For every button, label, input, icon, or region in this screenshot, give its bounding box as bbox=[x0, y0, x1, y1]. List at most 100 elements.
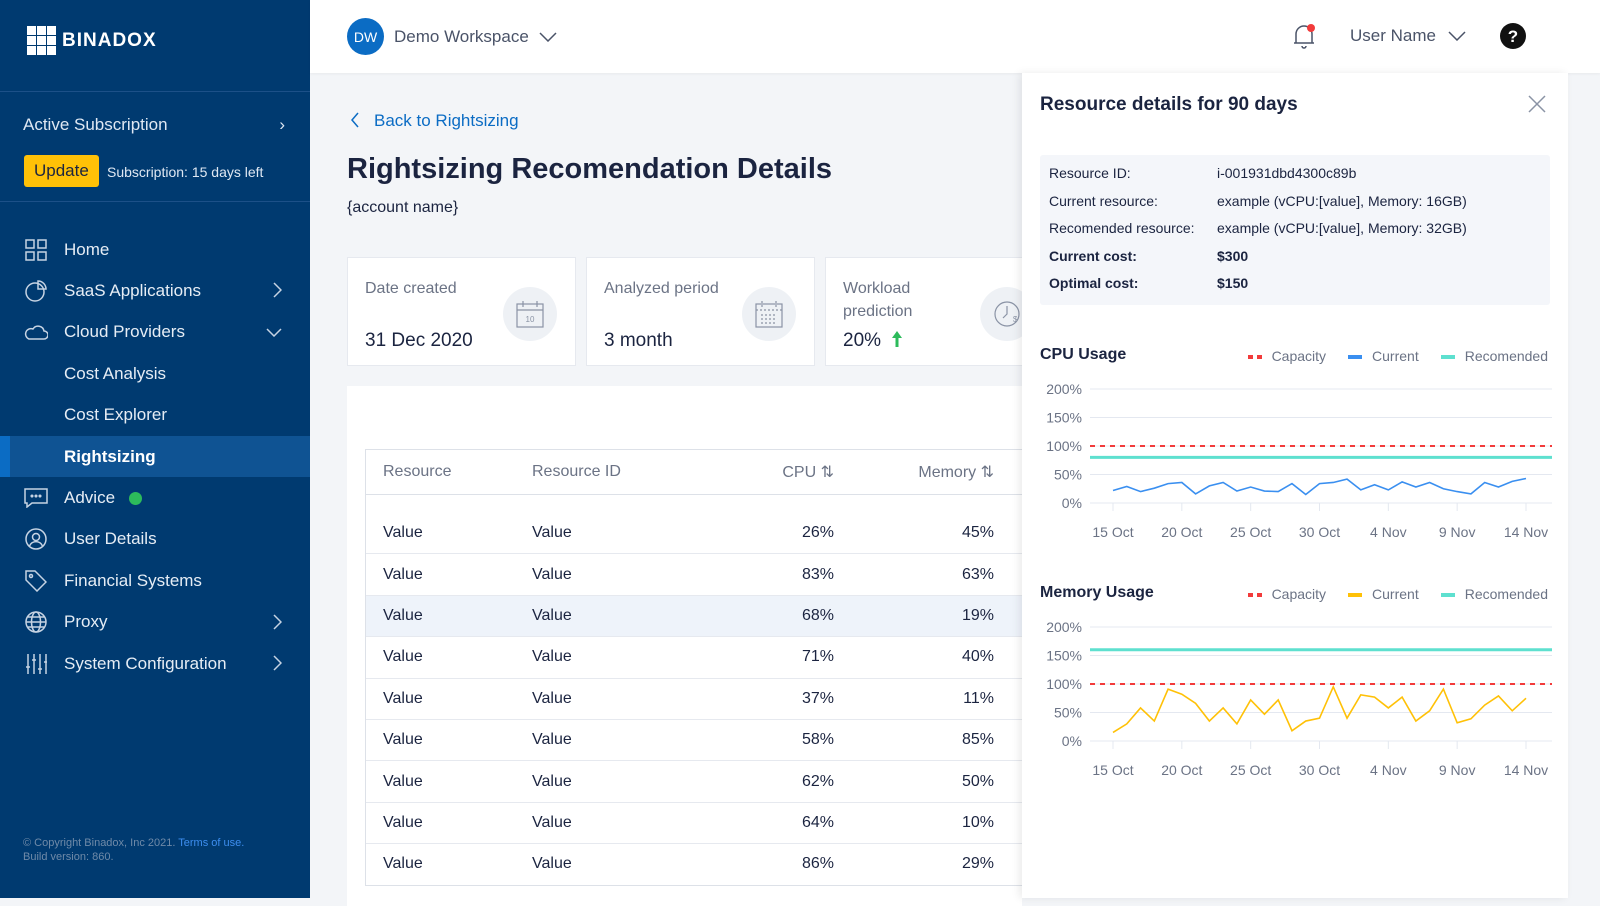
subscription-label: Active Subscription bbox=[23, 115, 168, 134]
sidebar-item-financial-systems[interactable]: Financial Systems bbox=[0, 560, 310, 601]
terms-link[interactable]: Terms of use. bbox=[178, 837, 244, 849]
cpu-chart-title: CPU Usage bbox=[1040, 346, 1127, 363]
resource-info: Resource ID: i-001931dbd4300c89b Current r… bbox=[1040, 155, 1550, 305]
active-subscription[interactable]: Active Subscription › bbox=[23, 115, 285, 135]
legend-item-current[interactable]: Current bbox=[1348, 586, 1419, 602]
legend-label: Capacity bbox=[1271, 348, 1327, 364]
table-cell: 86% bbox=[801, 855, 834, 873]
table-row[interactable]: Value Value 62% 50% bbox=[366, 760, 1025, 801]
sidebar-item-system-configuration[interactable]: System Configuration bbox=[0, 643, 310, 684]
update-button[interactable]: Update bbox=[24, 155, 99, 187]
info-key: Optimal cost: bbox=[1049, 275, 1139, 291]
back-link[interactable]: Back to Rightsizing bbox=[350, 111, 519, 131]
x-tick-label: 9 Nov bbox=[1439, 524, 1476, 540]
sidebar-item-proxy[interactable]: Proxy bbox=[0, 602, 310, 643]
calendar-grid-icon bbox=[742, 287, 796, 341]
sliders-icon bbox=[24, 653, 48, 675]
legend-item-capacity[interactable]: Capacity bbox=[1247, 586, 1327, 602]
sidebar-item-cost-analysis[interactable]: Cost Analysis bbox=[0, 353, 310, 394]
svg-text:?: ? bbox=[1508, 27, 1518, 46]
info-row: Resource ID: i-001931dbd4300c89b bbox=[1049, 165, 1541, 193]
table-row[interactable]: Value Value 64% 10% bbox=[366, 801, 1025, 843]
memory-chart-legend: Capacity Current Recomended bbox=[1247, 586, 1548, 602]
resource-details-panel: Resource details for 90 days Resource ID… bbox=[1022, 73, 1568, 898]
legend-item-recomended[interactable]: Recomended bbox=[1440, 586, 1548, 602]
table-cell: Value bbox=[532, 689, 572, 707]
cpu-chart-legend: Capacity Current Recomended bbox=[1247, 348, 1548, 364]
logo[interactable]: BINADOX bbox=[27, 26, 157, 55]
x-tick-label: 25 Oct bbox=[1230, 524, 1271, 540]
legend-label: Recomended bbox=[1464, 348, 1548, 364]
subscription-status: Subscription: 15 days left bbox=[107, 164, 264, 180]
table-header: Resource Resource ID CPU ⇅ Memory ⇅ bbox=[366, 450, 1025, 495]
sidebar-item-cost-explorer[interactable]: Cost Explorer bbox=[0, 395, 310, 436]
chevron-down-icon bbox=[539, 31, 557, 42]
column-memory[interactable]: Memory ⇅ bbox=[834, 462, 994, 482]
panel-title: Resource details for 90 days bbox=[1040, 94, 1298, 115]
table-row[interactable]: Value Value 37% 11% bbox=[366, 677, 1025, 719]
sidebar-item-saas-applications[interactable]: SaaS Applications bbox=[0, 270, 310, 311]
table-cell: Value bbox=[383, 606, 423, 624]
column-cpu[interactable]: CPU ⇅ bbox=[718, 462, 834, 482]
tag-icon bbox=[24, 570, 48, 592]
table-cell: 62% bbox=[801, 772, 834, 790]
table-cell: Value bbox=[532, 855, 572, 873]
table-row[interactable]: Value Value 26% 45% bbox=[366, 512, 1025, 553]
table-cell: Value bbox=[532, 523, 572, 541]
column-resource: Resource bbox=[383, 463, 452, 480]
chat-icon bbox=[24, 487, 48, 509]
table-cell: Value bbox=[383, 523, 423, 541]
y-tick-label: 200% bbox=[1046, 381, 1082, 397]
sidebar-item-advice[interactable]: Advice bbox=[0, 477, 310, 518]
bell-icon[interactable] bbox=[1292, 22, 1318, 50]
table-cell: 10% bbox=[961, 813, 994, 831]
table-row[interactable]: Value Value 71% 40% bbox=[366, 636, 1025, 677]
globe-icon bbox=[24, 611, 48, 633]
workspace-selector[interactable]: DW Demo Workspace bbox=[347, 18, 557, 55]
table-row[interactable]: Value Value 83% 63% bbox=[366, 553, 1025, 594]
x-tick-label: 30 Oct bbox=[1299, 762, 1340, 778]
info-key: Recomended resource: bbox=[1049, 220, 1195, 236]
legend-label: Capacity bbox=[1271, 586, 1327, 602]
table-row[interactable]: Value Value 68% 19% bbox=[366, 594, 1025, 637]
workspace-avatar: DW bbox=[347, 18, 384, 55]
legend-item-current[interactable]: Current bbox=[1348, 348, 1419, 364]
legend-item-capacity[interactable]: Capacity bbox=[1247, 348, 1327, 364]
info-value: i-001931dbd4300c89b bbox=[1217, 165, 1357, 181]
y-tick-label: 0% bbox=[1062, 495, 1082, 511]
table-row[interactable]: Value Value 58% 85% bbox=[366, 718, 1025, 760]
memory-chart-title: Memory Usage bbox=[1040, 584, 1154, 601]
table-cell: 85% bbox=[961, 731, 994, 749]
calendar-icon: 10 bbox=[503, 287, 557, 341]
sidebar-item-cloud-providers[interactable]: Cloud Providers bbox=[0, 312, 310, 353]
back-label: Back to Rightsizing bbox=[374, 111, 519, 130]
chevron-right-icon bbox=[273, 655, 282, 671]
table-cell: 19% bbox=[961, 606, 994, 624]
table-cell: Value bbox=[532, 772, 572, 790]
table-cell: 50% bbox=[961, 772, 994, 790]
sidebar-item-user-details[interactable]: User Details bbox=[0, 519, 310, 560]
legend-swatch bbox=[1348, 355, 1363, 360]
table-cell: 68% bbox=[801, 606, 834, 624]
info-value: example (vCPU:[value], Memory: 32GB) bbox=[1217, 220, 1467, 236]
sidebar-item-rightsizing[interactable]: Rightsizing bbox=[0, 435, 310, 478]
sidebar-item-home[interactable]: Home bbox=[0, 229, 310, 270]
card-label: Workload prediction bbox=[843, 280, 913, 320]
close-icon[interactable] bbox=[1528, 95, 1546, 113]
legend-swatch bbox=[1348, 593, 1363, 598]
recommendations-table: Resource Resource ID CPU ⇅ Memory ⇅ Valu… bbox=[365, 449, 1025, 886]
x-tick-label: 14 Nov bbox=[1504, 762, 1548, 778]
current-series-line bbox=[1112, 477, 1527, 496]
card-workload-prediction: Workload prediction 20% $ bbox=[825, 257, 1034, 366]
x-tick-label: 20 Oct bbox=[1161, 762, 1202, 778]
info-value: $300 bbox=[1217, 247, 1249, 264]
svg-text:10: 10 bbox=[526, 315, 535, 324]
info-key: Current cost: bbox=[1049, 247, 1137, 264]
table-cell: 45% bbox=[961, 523, 994, 541]
table-row[interactable]: Value Value 86% 29% bbox=[366, 843, 1025, 884]
table-cell: Value bbox=[383, 689, 423, 707]
legend-item-recomended[interactable]: Recomended bbox=[1440, 348, 1548, 364]
help-icon[interactable]: ? bbox=[1499, 22, 1527, 50]
user-menu[interactable]: User Name bbox=[1350, 26, 1466, 46]
table-cell: 58% bbox=[801, 731, 834, 749]
